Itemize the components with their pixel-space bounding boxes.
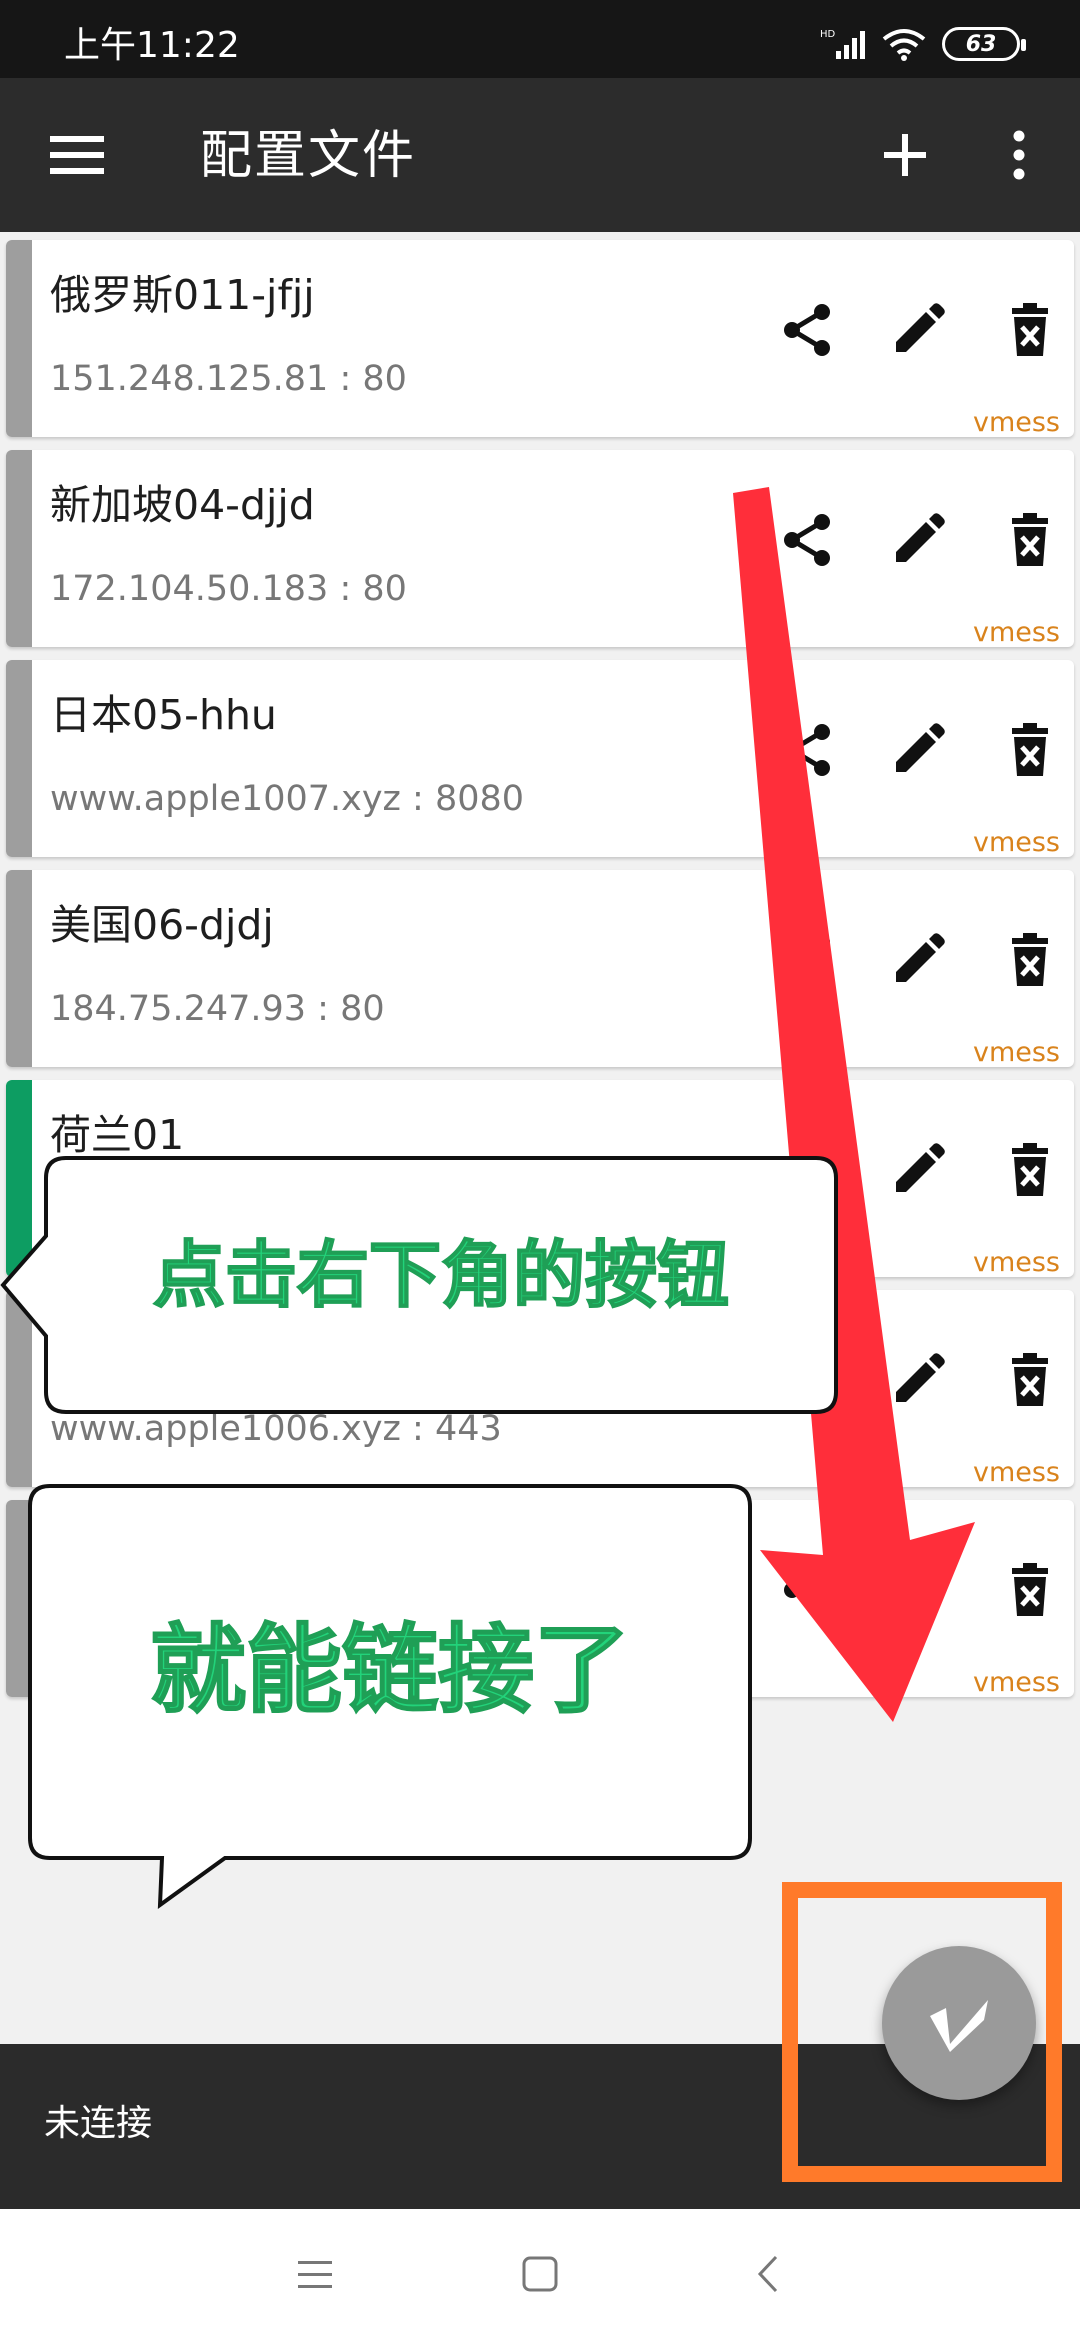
- server-name: 美国06-djdj: [50, 901, 274, 949]
- selection-indicator: [6, 450, 32, 647]
- server-address: 184.75.247.93 : 80: [50, 989, 385, 1029]
- server-name: 俄罗斯011-jfjj: [50, 271, 315, 319]
- menu-icon[interactable]: [44, 130, 110, 180]
- server-card[interactable]: 美国06-djdj 184.75.247.93 : 80 vmess: [6, 870, 1074, 1067]
- protocol-label: vmess: [972, 1457, 1060, 1488]
- callout-text-1: 点击右下角的按钮: [152, 1232, 730, 1318]
- share-icon[interactable]: [778, 510, 838, 570]
- highlight-box: [782, 1882, 1062, 2182]
- server-card[interactable]: 俄罗斯011-jfjj 151.248.125.81 : 80 vmess: [6, 240, 1074, 437]
- share-icon[interactable]: [778, 720, 838, 780]
- battery-level: 63: [965, 31, 997, 57]
- server-name: 日本05-hhu: [50, 691, 277, 739]
- protocol-label: vmess: [972, 407, 1060, 438]
- protocol-label: vmess: [972, 617, 1060, 648]
- selection-indicator: [6, 660, 32, 857]
- delete-icon[interactable]: [1000, 720, 1060, 780]
- server-address: 172.104.50.183 : 80: [50, 569, 407, 609]
- delete-icon[interactable]: [1000, 300, 1060, 360]
- signal-icon: HD: [820, 29, 865, 59]
- connection-status: 未连接: [44, 2103, 153, 2144]
- system-nav-bar: [0, 2209, 1080, 2340]
- protocol-label: vmess: [972, 1247, 1060, 1278]
- server-address: 151.248.125.81 : 80: [50, 359, 407, 399]
- app-bar: 配置文件: [0, 78, 1080, 232]
- share-icon[interactable]: [778, 300, 838, 360]
- edit-icon[interactable]: [888, 720, 948, 780]
- edit-icon[interactable]: [888, 510, 948, 570]
- status-time: 上午11:22: [64, 25, 240, 66]
- share-icon[interactable]: [778, 1560, 838, 1620]
- share-icon[interactable]: [778, 930, 838, 990]
- selection-indicator: [6, 1080, 32, 1277]
- selection-indicator: [6, 870, 32, 1067]
- protocol-label: vmess: [972, 827, 1060, 858]
- more-options-icon[interactable]: [996, 122, 1042, 188]
- battery-icon: 63: [942, 27, 1026, 61]
- server-list: 俄罗斯011-jfjj 151.248.125.81 : 80 vmess 新加…: [6, 240, 1074, 1710]
- share-icon[interactable]: [778, 1140, 838, 1200]
- wifi-icon: [882, 29, 926, 61]
- share-icon[interactable]: [778, 1350, 838, 1410]
- delete-icon[interactable]: [1000, 1350, 1060, 1410]
- edit-icon[interactable]: [888, 1560, 948, 1620]
- recent-apps-icon[interactable]: [290, 2249, 340, 2299]
- delete-icon[interactable]: [1000, 510, 1060, 570]
- edit-icon[interactable]: [888, 1140, 948, 1200]
- selection-indicator: [6, 1290, 32, 1487]
- server-name: 荷兰01: [50, 1111, 185, 1159]
- home-icon[interactable]: [515, 2249, 565, 2299]
- server-address: www.apple1006.xyz : 443: [50, 1409, 502, 1449]
- edit-icon[interactable]: [888, 300, 948, 360]
- page-title: 配置文件: [200, 126, 417, 186]
- protocol-label: vmess: [972, 1667, 1060, 1698]
- svg-text:HD: HD: [820, 29, 836, 40]
- server-name: 新加坡04-djjd: [50, 481, 315, 529]
- selection-indicator: [6, 1500, 32, 1697]
- protocol-label: vmess: [972, 1037, 1060, 1068]
- add-icon[interactable]: [872, 122, 938, 188]
- delete-icon[interactable]: [1000, 930, 1060, 990]
- status-bar: 上午11:22 HD 63: [0, 0, 1080, 78]
- status-icons: HD 63: [820, 22, 1026, 66]
- delete-icon[interactable]: [1000, 1140, 1060, 1200]
- selection-indicator: [6, 240, 32, 437]
- server-address: www.apple1007.xyz : 8080: [50, 779, 525, 819]
- back-icon[interactable]: [744, 2249, 794, 2299]
- edit-icon[interactable]: [888, 1350, 948, 1410]
- edit-icon[interactable]: [888, 930, 948, 990]
- callout-text-2: 就能链接了: [149, 1613, 631, 1727]
- server-card[interactable]: 日本05-hhu www.apple1007.xyz : 8080 vmess: [6, 660, 1074, 857]
- server-card[interactable]: 新加坡04-djjd 172.104.50.183 : 80 vmess: [6, 450, 1074, 647]
- delete-icon[interactable]: [1000, 1560, 1060, 1620]
